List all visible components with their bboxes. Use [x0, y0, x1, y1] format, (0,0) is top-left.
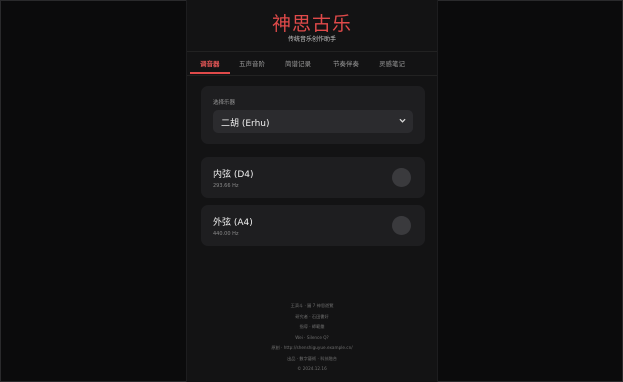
instrument-select-value: 二胡 (Erhu)	[221, 119, 270, 129]
tab-pentatonic[interactable]: 五声音阶	[239, 58, 265, 68]
string-name: 内弦 (D4)	[213, 170, 254, 180]
tab-notation[interactable]: 简谱记录	[285, 58, 311, 68]
app-title: 神思古乐	[271, 13, 352, 35]
string-frequency: 440.00 Hz	[213, 231, 239, 237]
app-subtitle: 传统音乐创作助手	[287, 36, 336, 43]
instrument-select-card: 选择乐器 二胡 (Erhu)	[201, 86, 425, 144]
footer: 王濟斗 · 圖 7 神思遊覽 研究者 · 石田書好 指導 · 師範彙 Wei ·…	[187, 301, 437, 375]
string-name: 外弦 (A4)	[213, 218, 253, 228]
chevron-down-icon	[399, 118, 406, 123]
app-container: 神思古乐 传统音乐创作助手 调音器 五声音阶 简谱记录 节奏伴奏 灵感笔记 选择…	[186, 0, 438, 382]
footer-line: 王濟斗 · 圖 7 神思遊覽	[290, 303, 334, 308]
footer-link[interactable]: 原創 · http://shenshiguyue.example.cn/	[187, 343, 437, 354]
string-card-inner: 内弦 (D4) 293.66 Hz	[201, 157, 425, 198]
footer-line: 研究者 · 石田書好	[295, 313, 329, 319]
tab-rhythm[interactable]: 节奏伴奏	[333, 58, 359, 68]
footer-copyright: © 2024.12.16	[297, 366, 327, 371]
string-card-outer: 外弦 (A4) 440.00 Hz	[201, 205, 425, 246]
active-tab-indicator	[190, 72, 230, 74]
tab-tuner[interactable]: 调音器	[200, 58, 220, 68]
string-frequency: 293.66 Hz	[213, 183, 239, 189]
footer-line: Wei · Silence Q?	[295, 334, 329, 340]
instrument-select-label: 选择乐器	[213, 100, 236, 106]
tab-bar: 调音器 五声音阶 简谱记录 节奏伴奏 灵感笔记	[187, 51, 437, 76]
footer-line: 出品 · 數字藝術 · 科技融合	[287, 355, 337, 361]
play-tone-button[interactable]	[392, 216, 411, 235]
play-tone-button[interactable]	[392, 168, 411, 187]
instrument-select[interactable]: 二胡 (Erhu)	[213, 110, 413, 133]
footer-line: 指導 · 師範彙	[299, 324, 325, 329]
tab-notes[interactable]: 灵感笔记	[379, 58, 405, 68]
